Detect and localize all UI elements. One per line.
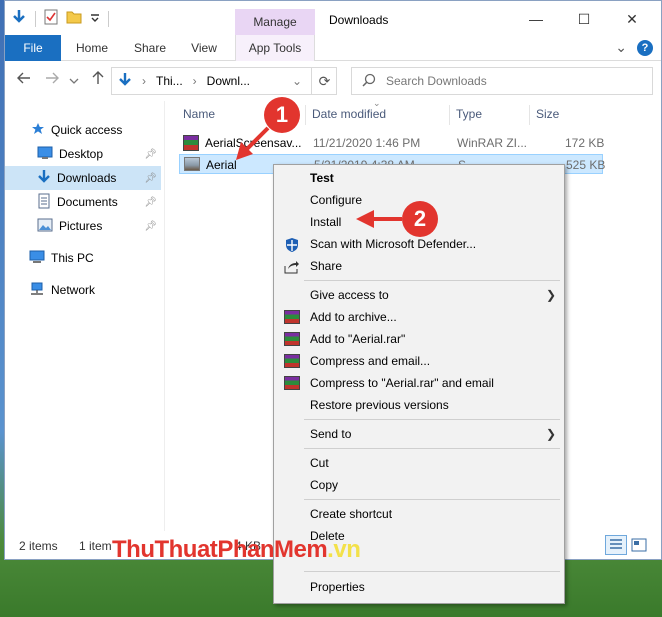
watermark-part: ThuThuat <box>112 536 218 563</box>
watermark-logo: ThuThuatPhanMem.vn <box>112 536 361 564</box>
watermark-part: .vn <box>327 536 361 563</box>
annotation-arrows <box>236 126 402 228</box>
step-badge-2: 2 <box>402 201 438 237</box>
annotation-arrowhead-2 <box>356 210 374 228</box>
step-badge-1: 1 <box>264 97 300 133</box>
watermark-part: PhanMem <box>217 536 328 563</box>
annotation-arrow-1 <box>244 126 270 152</box>
